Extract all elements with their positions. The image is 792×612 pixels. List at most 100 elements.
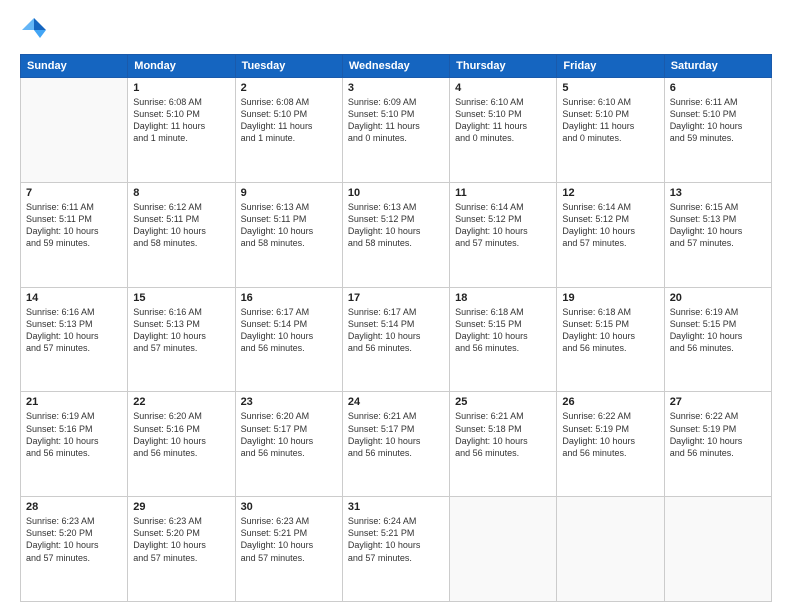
calendar-cell: 13 Sunrise: 6:15 AMSunset: 5:13 PMDayligh… xyxy=(664,182,771,287)
day-number: 20 xyxy=(670,292,766,304)
calendar-cell: 15 Sunrise: 6:16 AMSunset: 5:13 PMDayligh… xyxy=(128,287,235,392)
day-info: Sunrise: 6:24 AMSunset: 5:21 PMDaylight:… xyxy=(348,515,444,564)
calendar-cell: 10 Sunrise: 6:13 AMSunset: 5:12 PMDayligh… xyxy=(342,182,449,287)
calendar-cell: 23Sunrise: 6:20 AMSunset: 5:17 PMDayligh… xyxy=(235,392,342,497)
calendar-cell xyxy=(664,497,771,602)
logo-icon xyxy=(20,16,48,44)
calendar-cell: 29 Sunrise: 6:23 AMSunset: 5:20 PMDayligh… xyxy=(128,497,235,602)
day-number: 19 xyxy=(562,292,658,304)
day-info: Sunrise: 6:16 AMSunset: 5:13 PMDaylight:… xyxy=(26,306,122,355)
day-info: Sunrise: 6:22 AMSunset: 5:19 PMDaylight:… xyxy=(562,410,658,459)
day-info: Sunrise: 6:21 AMSunset: 5:18 PMDaylight:… xyxy=(455,410,551,459)
calendar-cell: 26 Sunrise: 6:22 AMSunset: 5:19 PMDayligh… xyxy=(557,392,664,497)
day-number: 24 xyxy=(348,396,444,408)
day-number: 30 xyxy=(241,501,337,513)
calendar-cell: 14 Sunrise: 6:16 AMSunset: 5:13 PMDayligh… xyxy=(21,287,128,392)
day-number: 29 xyxy=(133,501,229,513)
day-number: 11 xyxy=(455,187,551,199)
day-number: 10 xyxy=(348,187,444,199)
calendar-cell: 6 Sunrise: 6:11 AMSunset: 5:10 PMDaylight… xyxy=(664,78,771,183)
calendar-cell xyxy=(21,78,128,183)
day-info: Sunrise: 6:16 AMSunset: 5:13 PMDaylight:… xyxy=(133,306,229,355)
day-info: Sunrise: 6:23 AMSunset: 5:21 PMDaylight:… xyxy=(241,515,337,564)
day-number: 21 xyxy=(26,396,122,408)
calendar-cell: 18Sunrise: 6:18 AMSunset: 5:15 PMDayligh… xyxy=(450,287,557,392)
calendar-day-header: Saturday xyxy=(664,55,771,78)
calendar-cell: 22 Sunrise: 6:20 AMSunset: 5:16 PMDayligh… xyxy=(128,392,235,497)
day-number: 22 xyxy=(133,396,229,408)
day-info: Sunrise: 6:08 AMSunset: 5:10 PMDaylight:… xyxy=(241,96,337,145)
day-info: Sunrise: 6:12 AMSunset: 5:11 PMDaylight:… xyxy=(133,201,229,250)
calendar-day-header: Monday xyxy=(128,55,235,78)
day-number: 9 xyxy=(241,187,337,199)
calendar-week-row: 28Sunrise: 6:23 AMSunset: 5:20 PMDayligh… xyxy=(21,497,772,602)
day-info: Sunrise: 6:21 AMSunset: 5:17 PMDaylight:… xyxy=(348,410,444,459)
calendar-day-header: Friday xyxy=(557,55,664,78)
day-info: Sunrise: 6:13 AMSunset: 5:12 PMDaylight:… xyxy=(348,201,444,250)
calendar-cell: 1Sunrise: 6:08 AMSunset: 5:10 PMDaylight… xyxy=(128,78,235,183)
calendar-cell: 25Sunrise: 6:21 AMSunset: 5:18 PMDayligh… xyxy=(450,392,557,497)
calendar-cell: 8 Sunrise: 6:12 AMSunset: 5:11 PMDaylight… xyxy=(128,182,235,287)
calendar-cell: 9 Sunrise: 6:13 AMSunset: 5:11 PMDaylight… xyxy=(235,182,342,287)
calendar-cell: 30 Sunrise: 6:23 AMSunset: 5:21 PMDayligh… xyxy=(235,497,342,602)
header xyxy=(20,16,772,44)
calendar-cell: 5Sunrise: 6:10 AMSunset: 5:10 PMDaylight… xyxy=(557,78,664,183)
day-number: 23 xyxy=(241,396,337,408)
calendar-cell: 24 Sunrise: 6:21 AMSunset: 5:17 PMDayligh… xyxy=(342,392,449,497)
day-info: Sunrise: 6:09 AMSunset: 5:10 PMDaylight:… xyxy=(348,96,444,145)
day-number: 26 xyxy=(562,396,658,408)
day-info: Sunrise: 6:20 AMSunset: 5:16 PMDaylight:… xyxy=(133,410,229,459)
day-number: 6 xyxy=(670,82,766,94)
day-number: 3 xyxy=(348,82,444,94)
day-info: Sunrise: 6:14 AMSunset: 5:12 PMDaylight:… xyxy=(562,201,658,250)
calendar-cell: 27 Sunrise: 6:22 AMSunset: 5:19 PMDayligh… xyxy=(664,392,771,497)
day-info: Sunrise: 6:18 AMSunset: 5:15 PMDaylight:… xyxy=(562,306,658,355)
calendar-cell: 11 Sunrise: 6:14 AMSunset: 5:12 PMDayligh… xyxy=(450,182,557,287)
day-info: Sunrise: 6:11 AMSunset: 5:11 PMDaylight:… xyxy=(26,201,122,250)
day-number: 4 xyxy=(455,82,551,94)
day-number: 15 xyxy=(133,292,229,304)
day-info: Sunrise: 6:19 AMSunset: 5:16 PMDaylight:… xyxy=(26,410,122,459)
day-number: 16 xyxy=(241,292,337,304)
day-number: 7 xyxy=(26,187,122,199)
calendar-cell: 17Sunrise: 6:17 AMSunset: 5:14 PMDayligh… xyxy=(342,287,449,392)
calendar-cell: 16 Sunrise: 6:17 AMSunset: 5:14 PMDayligh… xyxy=(235,287,342,392)
calendar-cell xyxy=(557,497,664,602)
day-info: Sunrise: 6:23 AMSunset: 5:20 PMDaylight:… xyxy=(133,515,229,564)
day-number: 18 xyxy=(455,292,551,304)
day-info: Sunrise: 6:10 AMSunset: 5:10 PMDaylight:… xyxy=(455,96,551,145)
calendar-week-row: 7 Sunrise: 6:11 AMSunset: 5:11 PMDaylight… xyxy=(21,182,772,287)
calendar-cell xyxy=(450,497,557,602)
day-info: Sunrise: 6:15 AMSunset: 5:13 PMDaylight:… xyxy=(670,201,766,250)
page: SundayMondayTuesdayWednesdayThursdayFrid… xyxy=(0,0,792,612)
calendar-table: SundayMondayTuesdayWednesdayThursdayFrid… xyxy=(20,54,772,602)
logo xyxy=(20,16,52,44)
day-number: 13 xyxy=(670,187,766,199)
calendar-cell: 28Sunrise: 6:23 AMSunset: 5:20 PMDayligh… xyxy=(21,497,128,602)
day-info: Sunrise: 6:23 AMSunset: 5:20 PMDaylight:… xyxy=(26,515,122,564)
calendar-day-header: Tuesday xyxy=(235,55,342,78)
day-info: Sunrise: 6:14 AMSunset: 5:12 PMDaylight:… xyxy=(455,201,551,250)
calendar-cell: 4 Sunrise: 6:10 AMSunset: 5:10 PMDaylight… xyxy=(450,78,557,183)
day-info: Sunrise: 6:17 AMSunset: 5:14 PMDaylight:… xyxy=(348,306,444,355)
calendar-cell: 7 Sunrise: 6:11 AMSunset: 5:11 PMDaylight… xyxy=(21,182,128,287)
calendar-week-row: 1 Sunrise: 6:08 AMSunset: 5:10 PMDaylight… xyxy=(21,78,772,183)
calendar-cell: 31 Sunrise: 6:24 AMSunset: 5:21 PMDayligh… xyxy=(342,497,449,602)
day-number: 27 xyxy=(670,396,766,408)
calendar-cell: 20 Sunrise: 6:19 AMSunset: 5:15 PMDayligh… xyxy=(664,287,771,392)
day-info: Sunrise: 6:22 AMSunset: 5:19 PMDaylight:… xyxy=(670,410,766,459)
day-number: 12 xyxy=(562,187,658,199)
calendar-cell: 19 Sunrise: 6:18 AMSunset: 5:15 PMDayligh… xyxy=(557,287,664,392)
day-info: Sunrise: 6:19 AMSunset: 5:15 PMDaylight:… xyxy=(670,306,766,355)
day-number: 14 xyxy=(26,292,122,304)
day-info: Sunrise: 6:17 AMSunset: 5:14 PMDaylight:… xyxy=(241,306,337,355)
day-number: 31 xyxy=(348,501,444,513)
calendar-cell: 21 Sunrise: 6:19 AMSunset: 5:16 PMDayligh… xyxy=(21,392,128,497)
day-info: Sunrise: 6:13 AMSunset: 5:11 PMDaylight:… xyxy=(241,201,337,250)
day-info: Sunrise: 6:11 AMSunset: 5:10 PMDaylight:… xyxy=(670,96,766,145)
day-number: 1 xyxy=(133,82,229,94)
calendar-day-header: Thursday xyxy=(450,55,557,78)
calendar-header-row: SundayMondayTuesdayWednesdayThursdayFrid… xyxy=(21,55,772,78)
calendar-week-row: 21 Sunrise: 6:19 AMSunset: 5:16 PMDayligh… xyxy=(21,392,772,497)
day-number: 8 xyxy=(133,187,229,199)
